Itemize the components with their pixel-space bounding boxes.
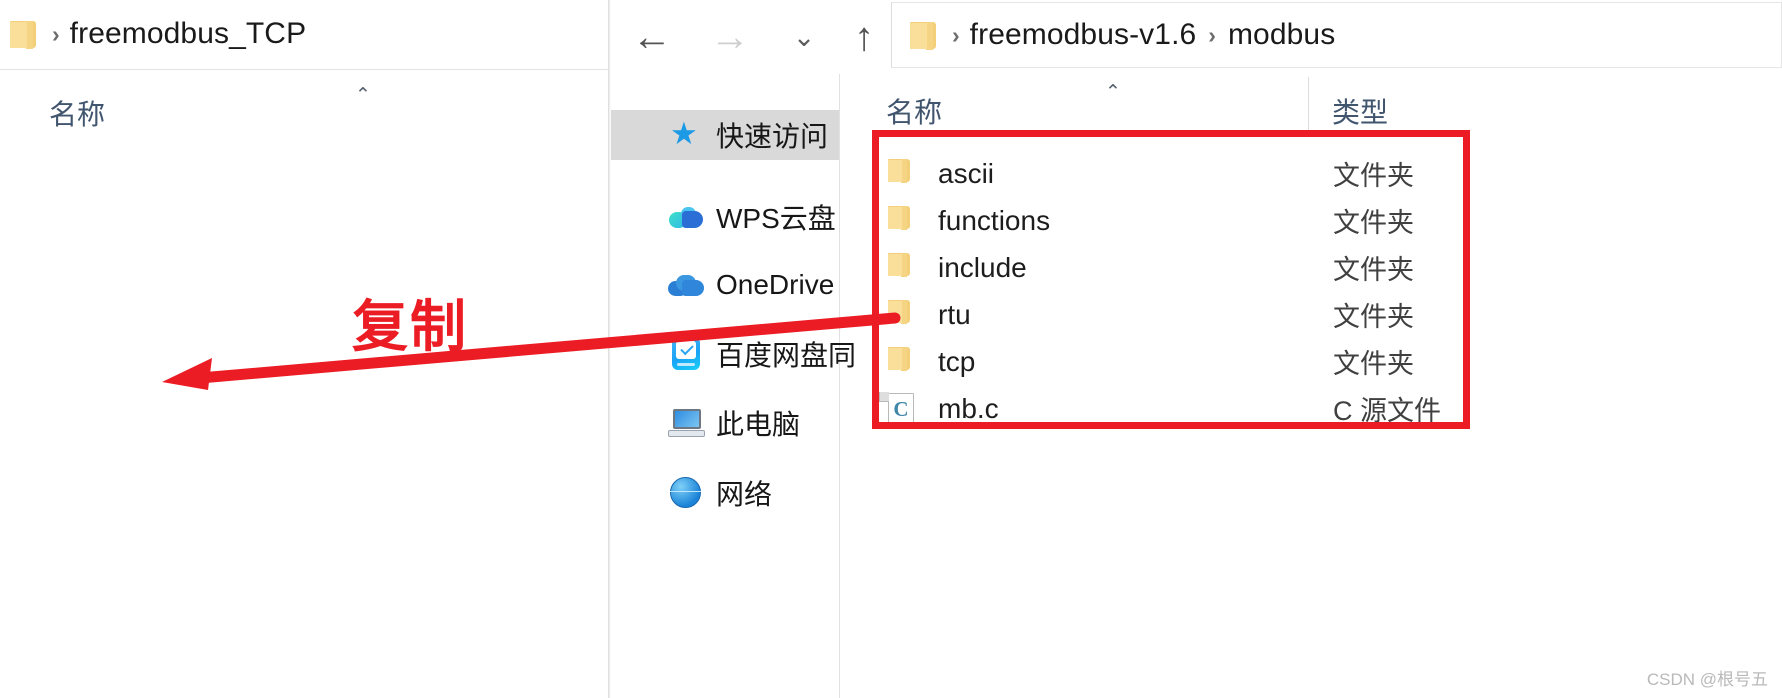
c-source-file-icon: C [879, 391, 920, 426]
sidebar-item-onedrive[interactable]: OneDrive [611, 260, 839, 310]
file-name-label: functions [938, 204, 1051, 236]
left-explorer-panel: › freemodbus_TCP 名称 ⌃ [0, 0, 692, 698]
file-name-label: tcp [938, 345, 976, 377]
left-column-header-row: 名称 ⌃ [0, 70, 692, 138]
breadcrumb-item-modbus[interactable]: modbus [1228, 18, 1335, 52]
table-row[interactable]: include 文件夹 [840, 244, 1782, 291]
chevron-right-icon: › [952, 21, 960, 48]
annotation-label-copy: 复制 [352, 295, 468, 360]
right-explorer-window: ← → ⌄ ↑ › freemodbus-v1.6 › modbus ★ 快速访… [611, 0, 1782, 698]
file-type-label: 文件夹 [1333, 302, 1414, 332]
address-breadcrumb[interactable]: › freemodbus-v1.6 › modbus [910, 10, 1335, 60]
up-arrow-icon[interactable]: ↑ [837, 10, 891, 64]
file-type-label: 文件夹 [1333, 208, 1414, 238]
sidebar-item-label: 百度网盘同 [716, 340, 857, 371]
folder-icon [888, 252, 920, 284]
sidebar-item-network[interactable]: 网络 [611, 468, 839, 518]
sidebar-item-wps-cloud[interactable]: WPS云盘 [611, 192, 839, 242]
folder-icon [888, 158, 920, 190]
column-divider[interactable] [1308, 77, 1309, 131]
left-breadcrumb-path[interactable]: freemodbus_TCP [70, 17, 307, 51]
sidebar-item-label: OneDrive [716, 269, 835, 300]
folder-icon [10, 19, 38, 49]
chevron-right-icon-2: › [1208, 21, 1216, 48]
address-bar[interactable]: › freemodbus-v1.6 › modbus [891, 2, 1782, 68]
chevron-right-icon: › [52, 20, 60, 47]
folder-icon [910, 20, 938, 50]
file-name-label: include [938, 251, 1027, 283]
file-list-column-headers: 名称 ⌃ 类型 [840, 69, 1782, 138]
navigation-toolbar: ← → ⌄ ↑ › freemodbus-v1.6 › modbus [611, 0, 1782, 74]
table-row[interactable]: functions 文件夹 [840, 197, 1782, 244]
table-row[interactable]: rtu 文件夹 [840, 291, 1782, 338]
sidebar-item-label: WPS云盘 [716, 203, 836, 234]
this-pc-icon [667, 403, 707, 443]
chevron-down-icon[interactable]: ⌄ [777, 10, 831, 64]
star-icon [667, 115, 707, 155]
file-list: ascii 文件夹 functions 文件夹 include 文件夹 rtu … [840, 138, 1782, 698]
sidebar-item-label: 快速访问 [716, 121, 829, 152]
file-type-label: 文件夹 [1333, 161, 1414, 191]
left-breadcrumb[interactable]: › freemodbus_TCP [10, 8, 306, 60]
sort-caret-icon: ⌃ [1105, 82, 1121, 103]
back-arrow-icon[interactable]: ← [625, 10, 679, 64]
watermark: CSDN @根号五 [1646, 670, 1768, 689]
sidebar-item-label: 网络 [716, 479, 773, 510]
file-type-label: C 源文件 [1333, 396, 1441, 426]
column-header-type[interactable]: 类型 [1332, 91, 1388, 131]
sidebar-item-baidu-netdisk[interactable]: 百度网盘同 [611, 329, 856, 379]
onedrive-icon [667, 265, 707, 305]
folder-icon [888, 346, 920, 378]
folder-icon [888, 299, 920, 331]
sidebar-item-quick-access[interactable]: 快速访问 [611, 110, 839, 160]
network-icon [667, 473, 707, 513]
column-header-name[interactable]: 名称 [886, 91, 942, 131]
file-name-label: ascii [938, 157, 995, 189]
table-row[interactable]: tcp 文件夹 [840, 338, 1782, 385]
left-file-list-empty[interactable] [0, 138, 690, 698]
file-name-label: rtu [938, 298, 971, 330]
c-source-file-glyph: C [893, 396, 909, 421]
navigation-sidebar: 快速访问 WPS云盘 OneDrive 百度网盘同 [611, 74, 856, 698]
file-type-label: 文件夹 [1333, 349, 1414, 379]
file-name-label: mb.c [938, 392, 999, 424]
table-row[interactable]: C mb.c C 源文件 [840, 385, 1782, 432]
screenshot-root: › freemodbus_TCP 名称 ⌃ ← → ⌄ ↑ › freemodb… [0, 0, 1782, 698]
breadcrumb-item-freemodbus[interactable]: freemodbus-v1.6 [970, 18, 1197, 52]
baidu-netdisk-icon [667, 334, 707, 374]
sidebar-item-label: 此电脑 [716, 409, 801, 440]
sidebar-item-this-pc[interactable]: 此电脑 [611, 398, 839, 448]
table-row[interactable]: ascii 文件夹 [840, 150, 1782, 197]
wps-cloud-icon [667, 197, 707, 237]
left-address-bar[interactable]: › freemodbus_TCP [0, 0, 692, 70]
folder-icon [888, 205, 920, 237]
left-column-header-name[interactable]: 名称 [49, 93, 105, 133]
forward-arrow-icon[interactable]: → [703, 10, 757, 64]
file-type-label: 文件夹 [1333, 255, 1414, 285]
sort-caret-icon: ⌃ [355, 85, 371, 106]
